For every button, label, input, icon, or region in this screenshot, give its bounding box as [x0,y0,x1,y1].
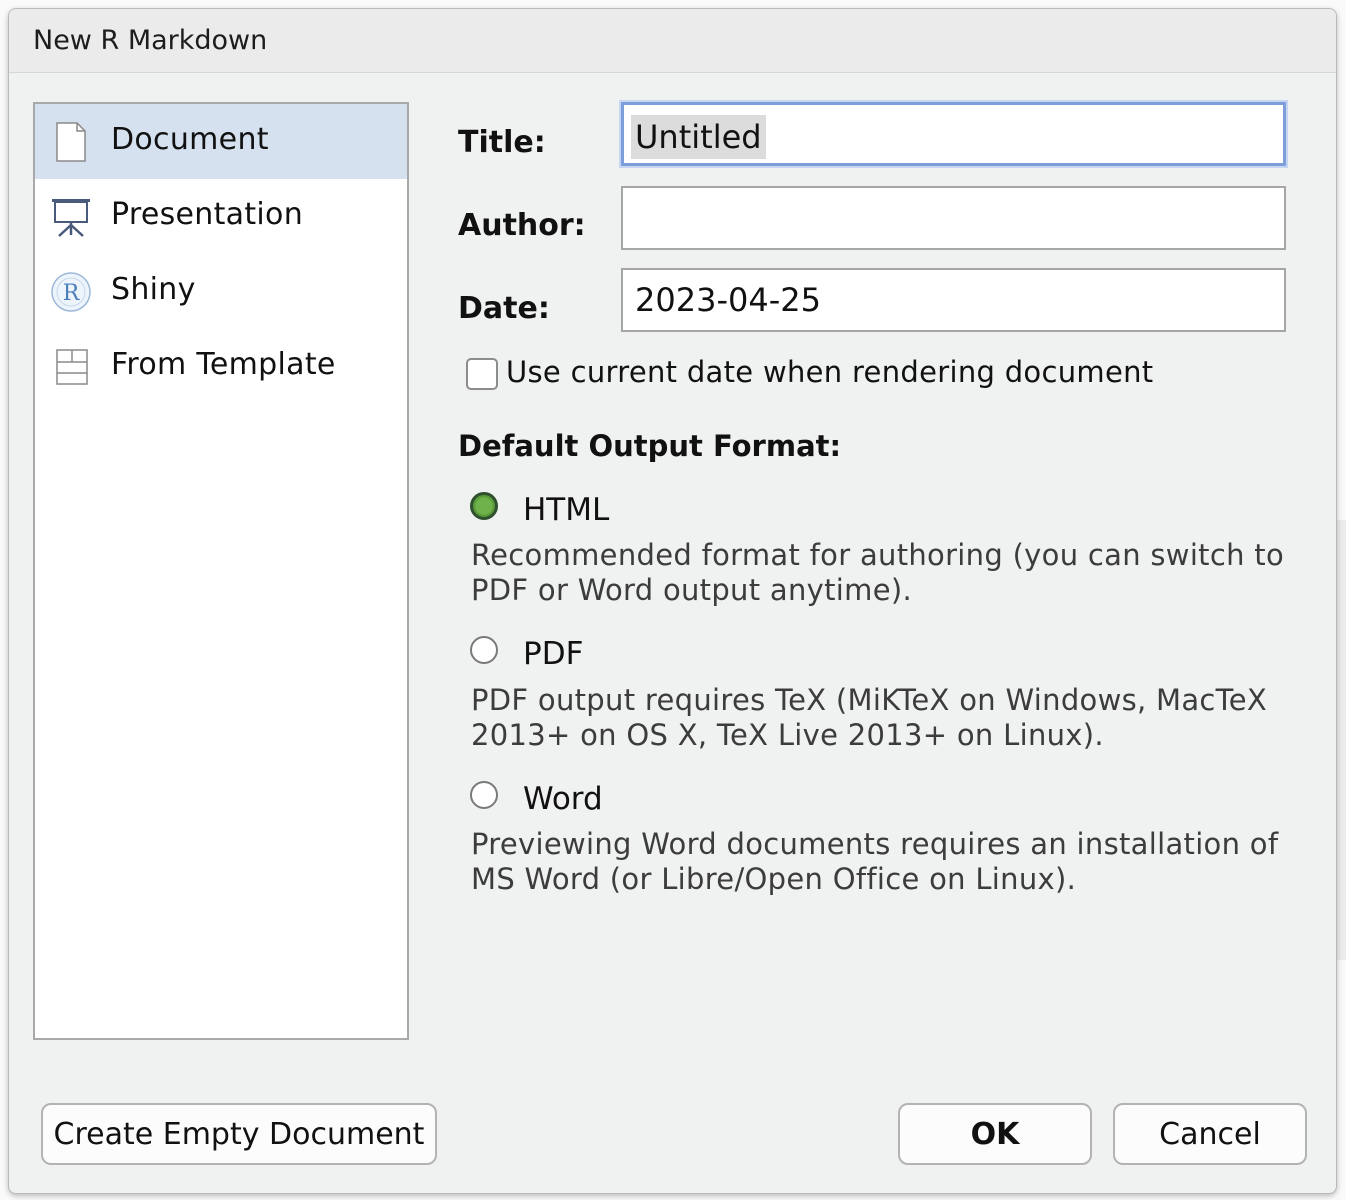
pdf-description: PDF output requires TeX (MiKTeX on Windo… [471,683,1268,752]
cancel-button[interactable]: Cancel [1113,1103,1307,1165]
use-current-date-label[interactable]: Use current date when rendering document [506,355,1153,389]
new-r-markdown-dialog: New R Markdown Document Presentation R S… [8,8,1337,1194]
type-item-label: From Template [111,347,336,382]
dialog-titlebar[interactable]: New R Markdown [9,9,1336,73]
html-description: Recommended format for authoring (you ca… [471,538,1285,607]
svg-text:R: R [63,281,81,306]
date-input[interactable] [621,268,1286,332]
document-type-list: Document Presentation R Shiny From Templ… [33,102,409,1040]
dialog-title: New R Markdown [33,25,268,56]
word-description: Previewing Word documents requires an in… [471,827,1279,896]
type-item-document[interactable]: Document [35,104,407,179]
type-item-label: Document [111,122,269,157]
create-empty-document-button[interactable]: Create Empty Document [41,1103,437,1165]
type-item-label: Presentation [111,197,304,232]
title-label: Title: [458,125,546,160]
pdf-radio[interactable] [470,636,498,664]
output-format-heading: Default Output Format: [458,429,842,463]
use-current-date-checkbox[interactable] [466,358,498,390]
word-radio-label[interactable]: Word [523,781,603,817]
author-label: Author: [458,208,586,243]
type-item-presentation[interactable]: Presentation [35,179,407,254]
type-item-from-template[interactable]: From Template [35,329,407,404]
ok-button[interactable]: OK [898,1103,1092,1165]
type-item-shiny[interactable]: R Shiny [35,254,407,329]
presentation-icon [49,195,93,239]
type-item-label: Shiny [111,272,196,307]
background-window-edge [1336,520,1346,960]
document-icon [49,120,93,164]
title-input-selected-text: Untitled [631,115,766,159]
word-radio[interactable] [470,781,498,809]
shiny-r-icon: R [49,270,93,314]
author-input[interactable] [621,186,1286,250]
html-radio[interactable] [470,492,498,520]
pdf-radio-label[interactable]: PDF [523,636,583,672]
date-label: Date: [458,291,550,326]
html-radio-label[interactable]: HTML [523,492,609,528]
template-icon [49,345,93,389]
